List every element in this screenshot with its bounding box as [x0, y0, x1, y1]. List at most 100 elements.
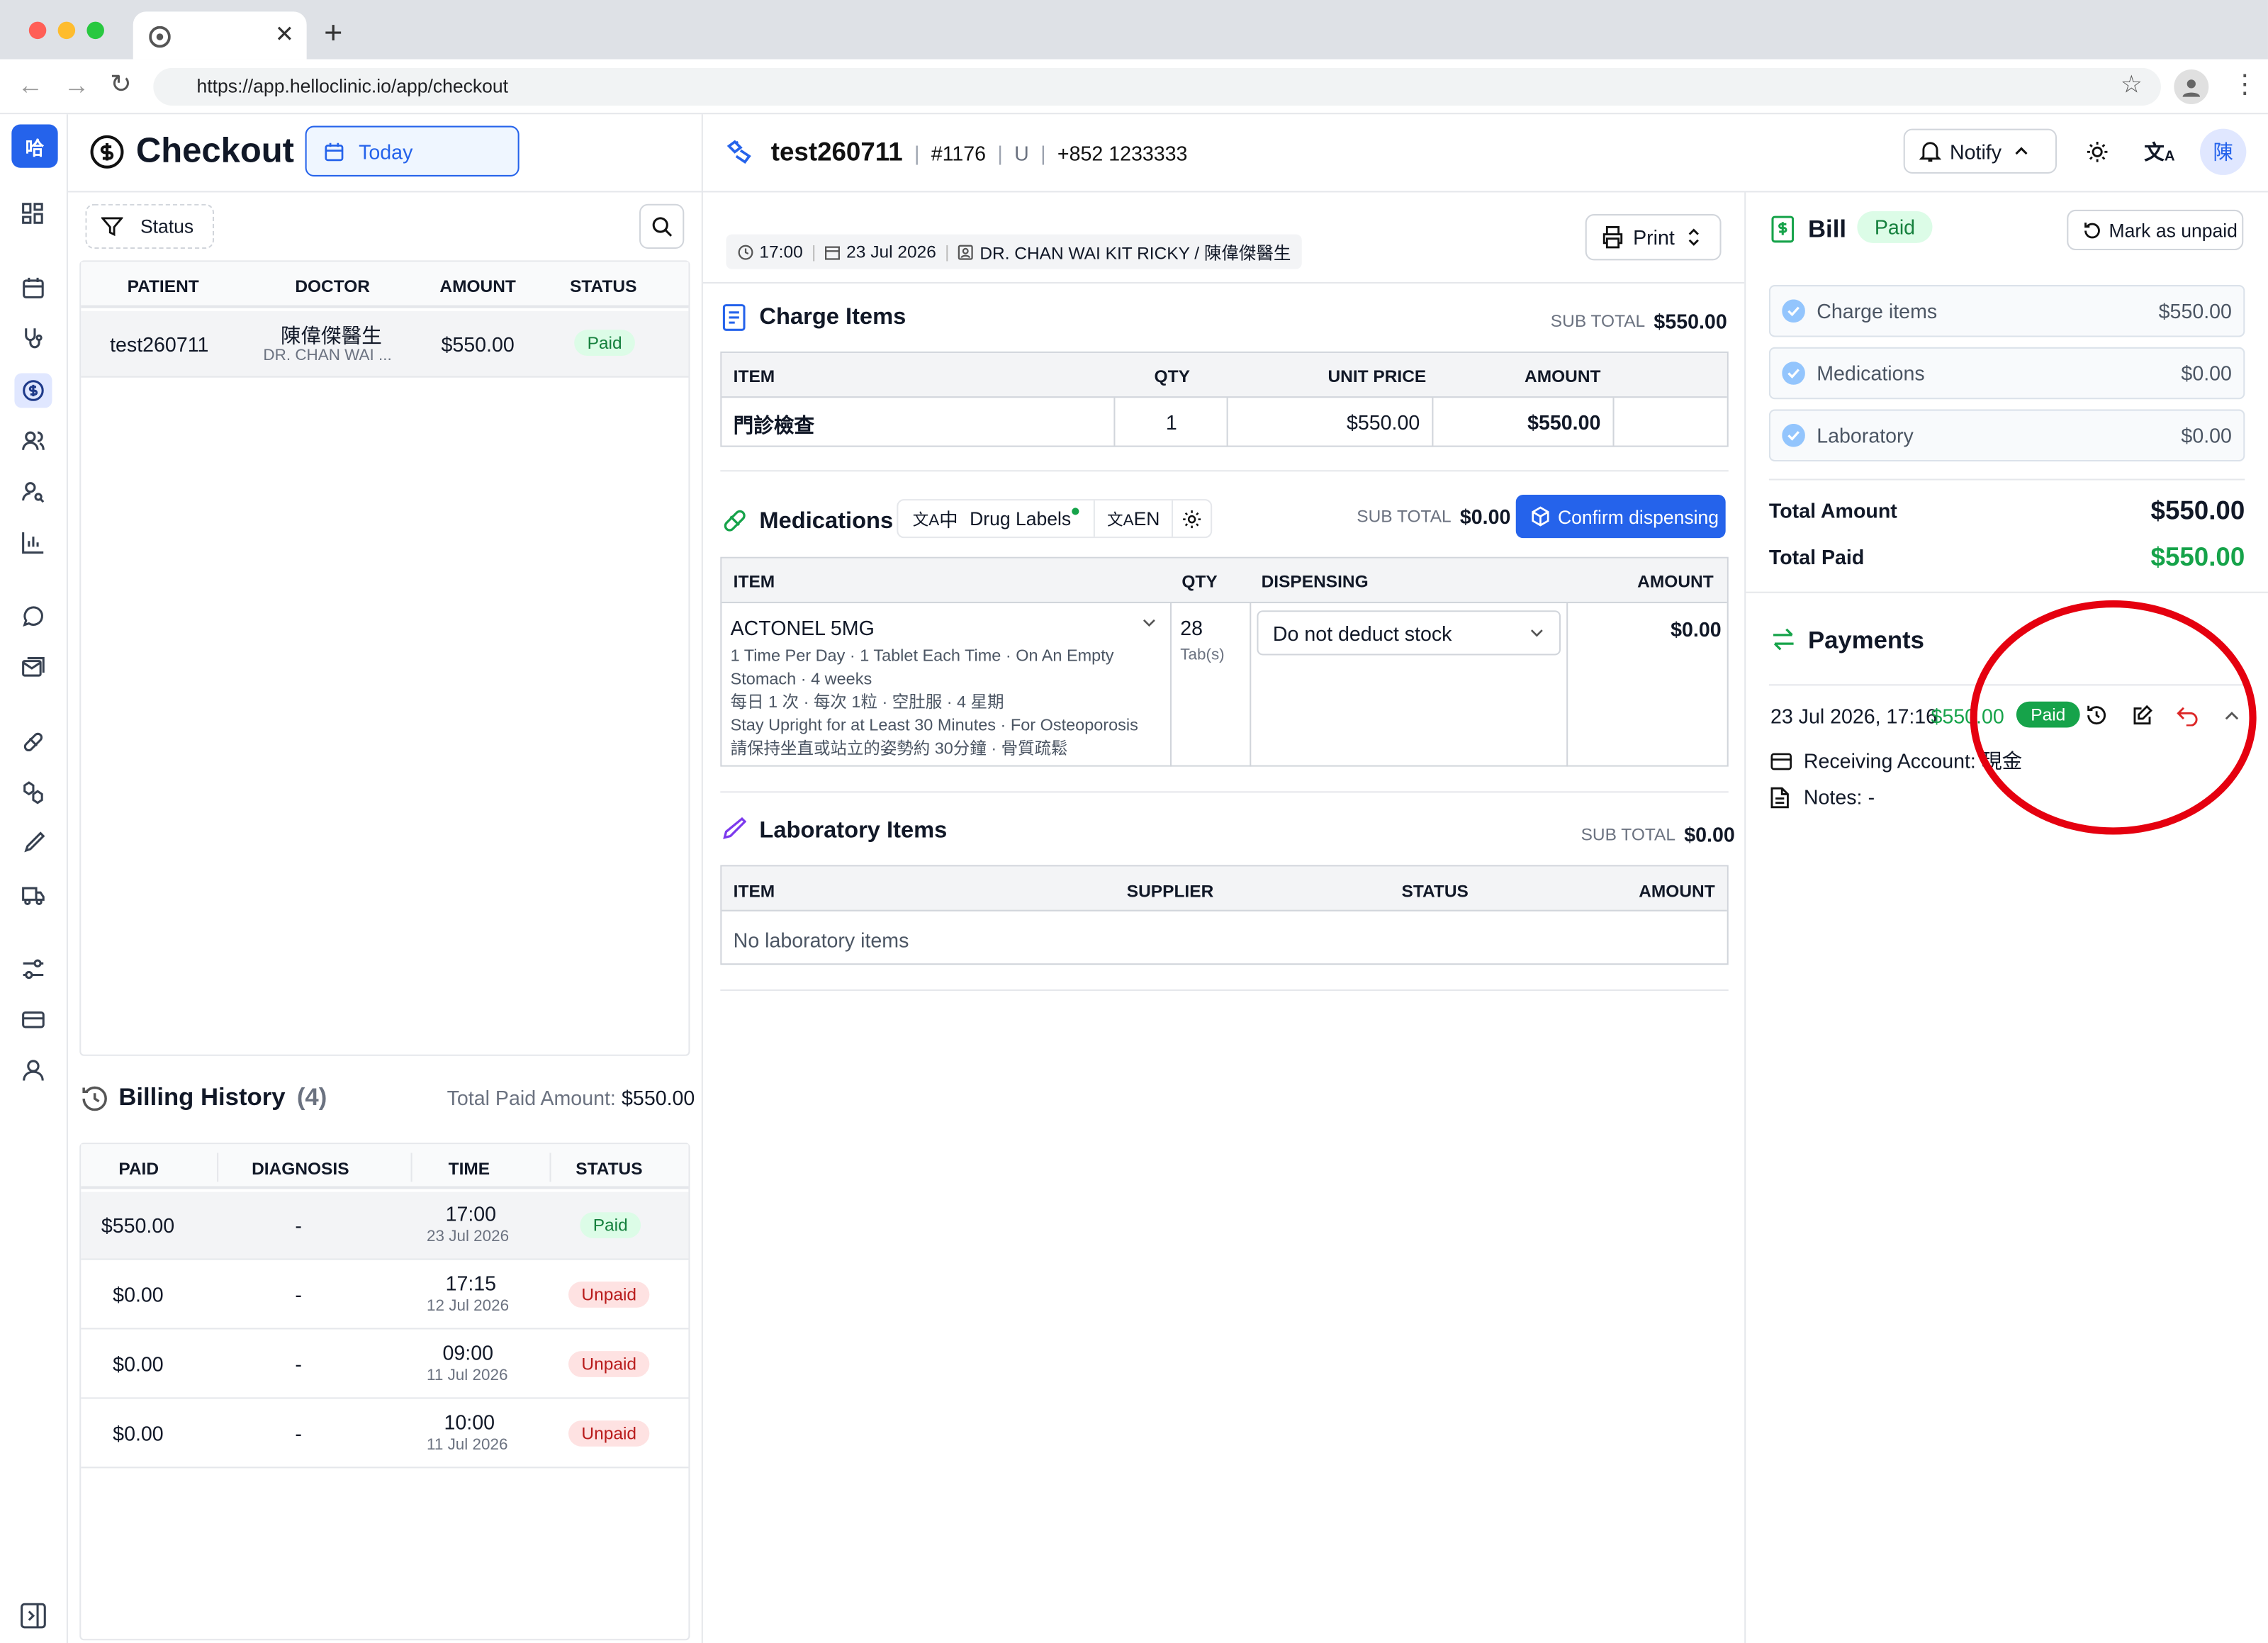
- notify-button[interactable]: Notify: [1903, 128, 2058, 174]
- time: 09:00: [442, 1340, 494, 1364]
- reports-icon[interactable]: [17, 527, 49, 559]
- patients-icon[interactable]: [17, 425, 49, 457]
- label-settings-button[interactable]: [1173, 500, 1211, 537]
- app-logo[interactable]: 哈: [11, 124, 58, 168]
- patient-gender: U: [1014, 140, 1029, 164]
- total-amount-value: $550.00: [2150, 495, 2245, 525]
- charge-subtotal: SUB TOTAL $550.00: [1551, 310, 1727, 333]
- status-filter-button[interactable]: Status: [85, 203, 215, 249]
- table-row[interactable]: $550.00 - 17:00 23 Jul 2026 Paid: [81, 1191, 689, 1260]
- billing-history-count: (4): [296, 1083, 327, 1111]
- time: 10:00: [444, 1410, 495, 1434]
- total-paid-amount: Total Paid Amount: $550.00: [447, 1087, 695, 1110]
- medication-qty[interactable]: 28: [1180, 616, 1203, 639]
- lab-table-header: [722, 866, 1727, 912]
- section-divider: [720, 791, 1729, 793]
- profile-icon[interactable]: [2174, 69, 2209, 104]
- user-search-icon[interactable]: [17, 476, 49, 508]
- instruction-line: Stomach · 4 weeks: [730, 671, 872, 689]
- receipt-icon: [722, 304, 746, 332]
- section-divider: [720, 989, 1729, 991]
- billing-history-label: Billing History: [118, 1083, 286, 1111]
- messages-icon[interactable]: [17, 652, 49, 684]
- new-tab-icon[interactable]: +: [324, 14, 342, 52]
- sep: |: [945, 241, 950, 262]
- billing-card-icon[interactable]: [17, 1004, 49, 1036]
- table-row[interactable]: $0.00 - 17:15 12 Jul 2026 Unpaid: [81, 1262, 689, 1330]
- close-window-dot[interactable]: [28, 21, 47, 40]
- drug-labels-label: Drug Labels: [970, 508, 1072, 529]
- print-zh-labels-button[interactable]: 文A 中 Drug Labels: [898, 500, 1096, 537]
- lab-pipette-icon[interactable]: [17, 827, 49, 859]
- minimize-window-dot[interactable]: [57, 21, 76, 40]
- column-header: PATIENT: [127, 276, 199, 297]
- lab-pipette-icon: [720, 817, 747, 843]
- collapse-sidebar-icon[interactable]: [17, 1600, 49, 1632]
- calendar-icon[interactable]: [17, 272, 49, 304]
- doctor-name-zh: 陳偉傑醫生: [280, 324, 382, 347]
- account-icon[interactable]: [17, 1055, 49, 1087]
- table-row[interactable]: 門診檢查 1 $550.00 $550.00: [722, 398, 1727, 447]
- browser-menu-icon[interactable]: ⋮: [2232, 69, 2258, 100]
- section-divider: [720, 470, 1729, 472]
- pill-icon: [722, 508, 748, 534]
- search-button[interactable]: [639, 203, 685, 249]
- table-row[interactable]: ACTONEL 5MG 1 Time Per Day · 1 Tablet Ea…: [722, 603, 1727, 767]
- column-header: QTY: [1154, 366, 1190, 386]
- patient-phone: +852 1233333: [1057, 140, 1188, 164]
- header-divider: [67, 191, 2268, 193]
- sun-icon[interactable]: [2083, 138, 2112, 167]
- instruction-line: 請保持坐直或站立的姿勢約 30分鐘 · 骨質疏鬆: [730, 740, 1068, 758]
- chevron-down-icon: [1529, 625, 1544, 641]
- bookmark-star-icon[interactable]: ☆: [2121, 71, 2143, 100]
- delivery-truck-icon[interactable]: [17, 880, 49, 912]
- medications-title: Medications: [759, 509, 894, 534]
- stethoscope-icon[interactable]: [17, 323, 49, 354]
- dashboard-icon[interactable]: [17, 198, 49, 230]
- url-input[interactable]: https://app.helloclinic.io/app/checkout: [153, 67, 2161, 106]
- date-filter-label: Today: [359, 139, 413, 163]
- notes-label: Notes:: [1803, 785, 1863, 809]
- total-amount-label: Total Amount: [1768, 499, 1897, 522]
- avatar[interactable]: 陳: [2200, 128, 2247, 175]
- print-en-labels-button[interactable]: 文A EN: [1096, 500, 1173, 537]
- medication-icon[interactable]: [17, 726, 49, 758]
- settings-sliders-icon[interactable]: [17, 953, 49, 985]
- mark-as-unpaid-button[interactable]: Mark as unpaid: [2067, 209, 2244, 251]
- visit-doctor: DR. CHAN WAI KIT RICKY / 陳偉傑醫生: [979, 242, 1291, 263]
- translate-icon[interactable]: 文A: [2144, 138, 2174, 167]
- whatsapp-icon[interactable]: [17, 600, 49, 632]
- close-tab-icon[interactable]: ✕: [275, 21, 294, 50]
- package-icon: [1530, 506, 1551, 527]
- patient-name: test260711: [110, 332, 209, 357]
- reload-icon[interactable]: ↻: [110, 69, 132, 100]
- forward-icon[interactable]: →: [64, 71, 90, 101]
- date-filter-button[interactable]: Today: [305, 125, 520, 176]
- medication-name[interactable]: ACTONEL 5MG: [731, 616, 875, 639]
- search-icon: [651, 215, 673, 237]
- confirm-dispensing-button[interactable]: Confirm dispensing: [1515, 494, 1726, 539]
- print-button[interactable]: Print: [1585, 214, 1722, 261]
- back-icon[interactable]: ←: [17, 71, 43, 101]
- print-label: Print: [1633, 225, 1675, 249]
- subtotal-label: SUB TOTAL: [1357, 506, 1452, 527]
- table-row[interactable]: test260711 陳偉傑醫生 DR. CHAN WAI ... $550.0…: [81, 310, 689, 378]
- sep: |: [811, 241, 816, 262]
- browser-tab[interactable]: ✕: [133, 11, 307, 60]
- charge-item-unit-price[interactable]: $550.00: [1347, 411, 1420, 434]
- total-paid-label: Total Paid: [1768, 545, 1865, 569]
- divider-left: [701, 114, 703, 1643]
- checkout-nav-icon[interactable]: [14, 373, 52, 408]
- column-header: ITEM: [733, 571, 775, 592]
- patient-name[interactable]: test260711: [771, 138, 903, 168]
- meds-table-header: [722, 558, 1727, 604]
- divider-right: [1744, 192, 1746, 1643]
- dispensing-select[interactable]: Do not deduct stock: [1257, 610, 1561, 656]
- column-header: AMOUNT: [1639, 880, 1715, 902]
- chevron-down-icon[interactable]: [1141, 615, 1157, 630]
- inventory-icon[interactable]: [17, 777, 49, 809]
- charge-item-qty[interactable]: 1: [1166, 411, 1177, 434]
- table-row[interactable]: $0.00 - 09:00 11 Jul 2026 Unpaid: [81, 1331, 689, 1399]
- table-row[interactable]: $0.00 - 10:00 11 Jul 2026 Unpaid: [81, 1400, 689, 1469]
- maximize-window-dot[interactable]: [86, 21, 104, 40]
